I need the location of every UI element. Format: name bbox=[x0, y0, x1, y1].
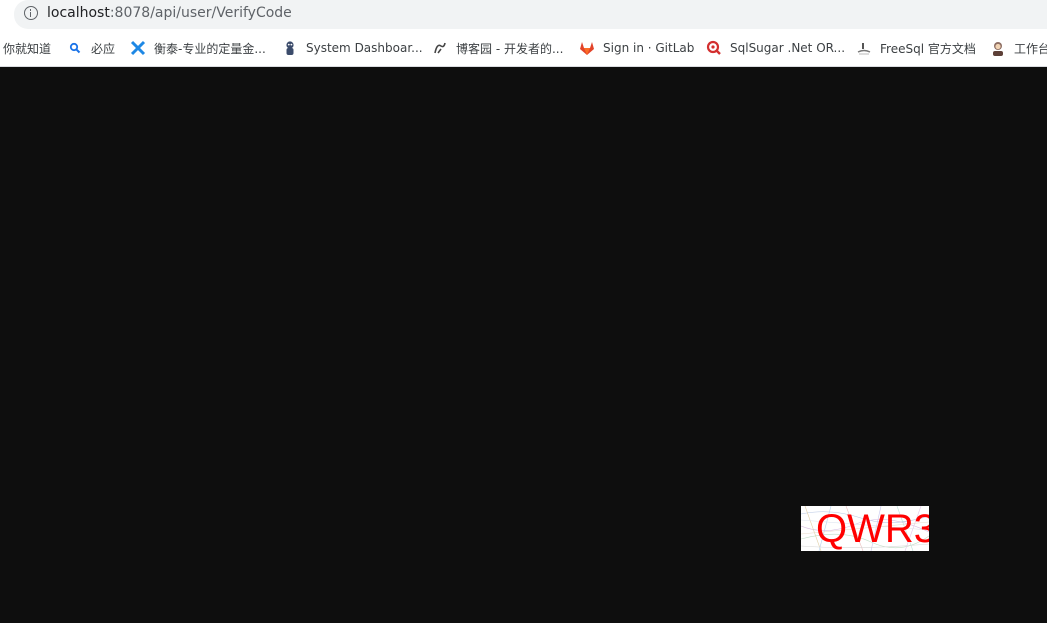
captcha-code: QWR3 bbox=[816, 507, 929, 551]
x-logo-icon bbox=[130, 40, 146, 56]
avatar-icon bbox=[990, 40, 1006, 56]
address-row: localhost:8078/api/user/VerifyCode bbox=[0, 0, 1047, 30]
url-host: localhost bbox=[47, 5, 110, 21]
bookmark-label: System Dashboar... bbox=[306, 41, 423, 55]
info-icon[interactable] bbox=[24, 6, 38, 20]
bookmark-label: SqlSugar .Net OR... bbox=[730, 41, 846, 55]
bookmark-label: 工作台 bbox=[1014, 41, 1047, 56]
bookmark-workbench[interactable]: 工作台 bbox=[990, 38, 1047, 58]
bookmark-label: FreeSql 官方文档 bbox=[880, 41, 976, 56]
search-icon bbox=[67, 40, 83, 56]
bookmark-cnblogs[interactable]: 博客园 - 开发者的... bbox=[432, 38, 563, 58]
bookmark-label: 衡泰-专业的定量金... bbox=[154, 41, 266, 56]
url-text[interactable]: localhost:8078/api/user/VerifyCode bbox=[47, 4, 292, 22]
bookmark-label: 你就知道 bbox=[3, 41, 52, 56]
bookmark-system-dashboard[interactable]: System Dashboar... bbox=[282, 38, 423, 58]
page-content: QWR3 bbox=[0, 67, 1047, 623]
bookmark-nijiuzhidao[interactable]: 你就知道 bbox=[3, 38, 51, 58]
bookmark-label: Sign in · GitLab bbox=[603, 41, 695, 55]
sqlsugar-icon bbox=[706, 40, 722, 56]
url-path: :8078/api/user/VerifyCode bbox=[109, 5, 292, 21]
bookmark-label: 必应 bbox=[91, 41, 116, 56]
address-bar[interactable]: localhost:8078/api/user/VerifyCode bbox=[14, 0, 1047, 29]
bookmark-sqlsugar[interactable]: SqlSugar .Net OR... bbox=[706, 38, 845, 58]
jenkins-icon bbox=[282, 40, 298, 56]
bookmark-bing[interactable]: 必应 bbox=[67, 38, 115, 58]
bookmarks-bar: 你就知道 必应 衡泰-专业的定量金... System Dashboar... … bbox=[0, 30, 1047, 67]
gitlab-icon bbox=[579, 40, 595, 56]
freesql-icon bbox=[856, 40, 872, 56]
bookmark-gitlab[interactable]: Sign in · GitLab bbox=[579, 38, 694, 58]
bookmark-hengtai[interactable]: 衡泰-专业的定量金... bbox=[130, 38, 266, 58]
bookmark-freesql[interactable]: FreeSql 官方文档 bbox=[856, 38, 976, 58]
browser-chrome: localhost:8078/api/user/VerifyCode 你就知道 … bbox=[0, 0, 1047, 67]
captcha-image: QWR3 bbox=[801, 506, 929, 551]
bookmark-label: 博客园 - 开发者的... bbox=[456, 41, 564, 56]
cnblogs-icon bbox=[432, 40, 448, 56]
